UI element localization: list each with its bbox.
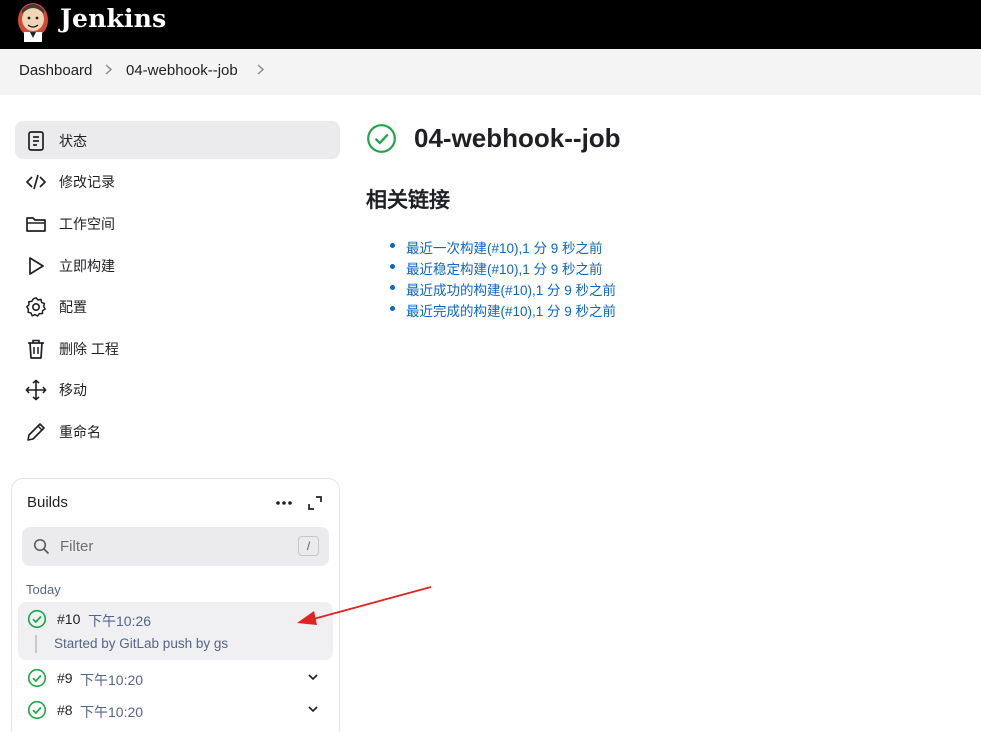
chevron-right-icon xyxy=(105,64,113,75)
success-check-icon xyxy=(27,609,47,629)
sidebar-item-build-now[interactable]: 立即构建 xyxy=(15,246,340,284)
chevron-down-icon[interactable] xyxy=(306,670,320,684)
build-description: Started by GitLab push by gs xyxy=(54,636,229,651)
annotation-arrow xyxy=(297,586,432,625)
sidebar-item-status[interactable]: 状态 xyxy=(15,121,340,159)
page-title: 04-webhook--job xyxy=(414,123,621,153)
sidebar-item-configure[interactable]: 配置 xyxy=(15,287,340,325)
sidebar-item-label: 工作空间 xyxy=(59,216,115,232)
sidebar-item-label: 配置 xyxy=(59,299,87,315)
sidebar-item-rename[interactable]: 重命名 xyxy=(15,412,340,450)
sidebar-item-label: 重命名 xyxy=(59,424,101,440)
filter-input[interactable] xyxy=(60,535,280,557)
list-item: 最近完成的构建(#10),1 分 9 秒之前 xyxy=(390,300,616,321)
build-number[interactable]: #8 xyxy=(57,702,73,718)
sidebar-item-move[interactable]: 移动 xyxy=(15,370,340,408)
build-row-8[interactable]: #8 下午10:20 xyxy=(18,693,333,725)
job-success-icon xyxy=(367,124,396,153)
trash-icon xyxy=(28,339,44,359)
jenkins-logo-icon[interactable] xyxy=(16,0,50,42)
play-icon xyxy=(29,257,44,275)
description-divider xyxy=(35,635,37,653)
list-item: 最近稳定构建(#10),1 分 9 秒之前 xyxy=(390,258,616,279)
last-stable-build-link[interactable]: 最近稳定构建(#10),1 分 9 秒之前 xyxy=(406,262,603,277)
permalinks-list: 最近一次构建(#10),1 分 9 秒之前 最近稳定构建(#10),1 分 9 … xyxy=(390,237,616,321)
breadcrumb-separator xyxy=(104,63,113,80)
sidebar-item-label: 状态 xyxy=(59,133,87,149)
header-bar: Jenkins xyxy=(0,0,981,49)
move-icon xyxy=(25,379,47,401)
expand-icon[interactable] xyxy=(305,493,325,513)
breadcrumb-job[interactable]: 04-webhook--job xyxy=(126,62,238,79)
builds-title: Builds xyxy=(27,494,68,511)
build-time: 下午10:20 xyxy=(80,704,144,720)
pencil-icon xyxy=(27,423,45,441)
sidebar-item-label: 立即构建 xyxy=(59,258,115,274)
sidebar-item-workspace[interactable]: 工作空间 xyxy=(15,204,340,242)
last-completed-build-link[interactable]: 最近完成的构建(#10),1 分 9 秒之前 xyxy=(406,304,616,319)
success-check-icon xyxy=(27,700,47,720)
chevron-right-icon xyxy=(257,64,265,75)
folder-icon xyxy=(26,217,46,232)
sidebar-item-label: 修改记录 xyxy=(59,174,115,190)
build-row-9[interactable]: #9 下午10:20 xyxy=(18,661,333,693)
build-number[interactable]: #10 xyxy=(57,611,80,627)
build-row-10[interactable]: #10 下午10:26 Started by GitLab push by gs xyxy=(18,602,333,660)
breadcrumb: Dashboard 04-webhook--job xyxy=(0,49,981,95)
more-options-icon[interactable] xyxy=(273,493,295,513)
success-check-icon xyxy=(27,668,47,688)
related-links-heading: 相关链接 xyxy=(366,189,450,212)
builds-filter[interactable]: / xyxy=(22,527,329,566)
builds-group-label: Today xyxy=(26,582,61,597)
sidebar-item-changes[interactable]: 修改记录 xyxy=(15,162,340,200)
list-item: 最近成功的构建(#10),1 分 9 秒之前 xyxy=(390,279,616,300)
build-time: 下午10:26 xyxy=(88,613,152,629)
breadcrumb-dashboard[interactable]: Dashboard xyxy=(19,62,92,79)
keyboard-shortcut-hint: / xyxy=(298,536,319,556)
breadcrumb-separator[interactable] xyxy=(256,63,265,80)
code-icon xyxy=(25,174,47,190)
status-notepad-icon xyxy=(28,131,44,151)
sidebar-item-label: 移动 xyxy=(59,382,87,398)
gear-icon xyxy=(26,297,46,317)
sidebar-item-delete-project[interactable]: 删除 工程 xyxy=(15,329,340,367)
search-icon xyxy=(33,538,50,555)
list-item: 最近一次构建(#10),1 分 9 秒之前 xyxy=(390,237,616,258)
last-build-link[interactable]: 最近一次构建(#10),1 分 9 秒之前 xyxy=(406,241,603,256)
chevron-down-icon[interactable] xyxy=(306,702,320,716)
build-time: 下午10:20 xyxy=(80,672,144,688)
last-successful-build-link[interactable]: 最近成功的构建(#10),1 分 9 秒之前 xyxy=(406,283,616,298)
app-name[interactable]: Jenkins xyxy=(60,4,166,33)
sidebar-item-label: 删除 工程 xyxy=(59,341,119,357)
build-number[interactable]: #9 xyxy=(57,670,73,686)
